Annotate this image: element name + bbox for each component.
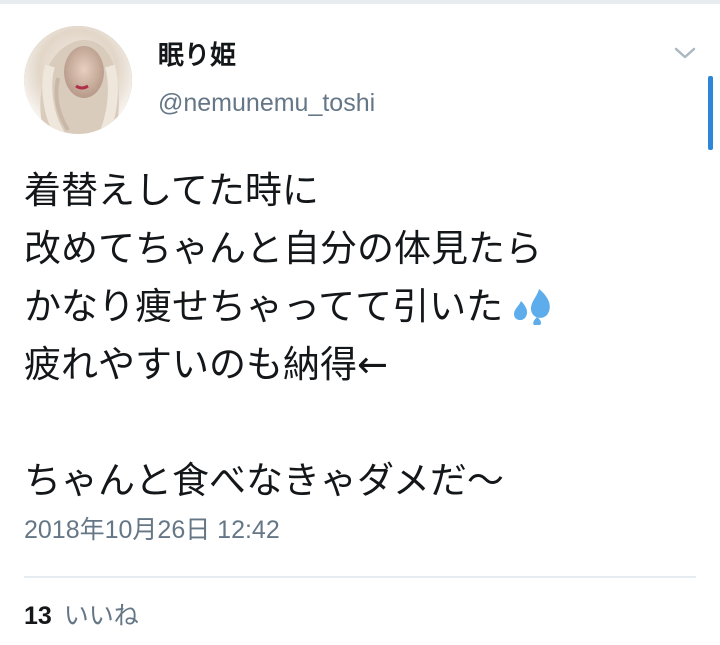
avatar[interactable] (24, 26, 132, 134)
likes-label: いいね (63, 601, 139, 630)
scrollbar[interactable] (708, 76, 713, 150)
tweet-text: 着替えしてた時に 改めてちゃんと自分の体見たら かなり痩せちゃってて引いた 疲れ… (24, 162, 694, 510)
divider (24, 576, 696, 578)
top-divider (0, 0, 720, 4)
tweet-card: 眠り姫 @nemunemu_toshi 着替えしてた時に 改めてちゃんと自分の体… (0, 0, 720, 645)
tweet-line-with-emoji: かなり痩せちゃってて引いた (24, 278, 694, 336)
tweet-line: 改めてちゃんと自分の体見たら (24, 227, 542, 270)
tweet-timestamp[interactable]: 2018年10月26日 12:42 (24, 514, 280, 546)
avatar-image (24, 26, 132, 134)
display-name[interactable]: 眠り姫 (158, 40, 236, 72)
likes-stat[interactable]: 13 いいね (24, 600, 139, 632)
tweet-line: 疲れやすいのも納得← (24, 343, 389, 386)
sweat-droplets-icon (514, 289, 550, 325)
tweet-line: ちゃんと食べなきゃダメだ〜 (24, 459, 504, 502)
user-handle[interactable]: @nemunemu_toshi (158, 88, 375, 118)
chevron-down-icon[interactable] (672, 44, 698, 62)
likes-count: 13 (24, 602, 52, 630)
tweet-line: かなり痩せちゃってて引いた (24, 285, 504, 328)
tweet-line: 着替えしてた時に (24, 169, 319, 212)
